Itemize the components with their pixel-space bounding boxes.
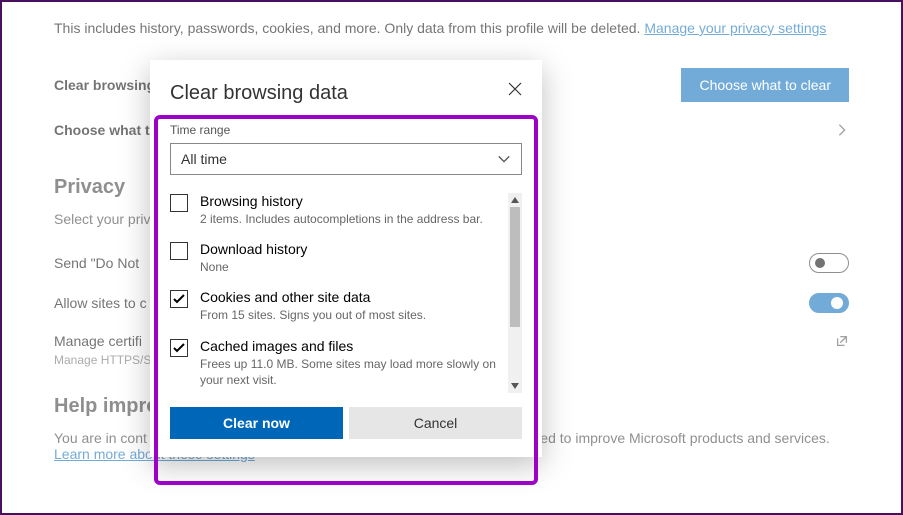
choose-what-to-clear-button[interactable]: Choose what to clear <box>681 68 849 102</box>
intro-text: This includes history, passwords, cookie… <box>54 20 849 36</box>
option-desc: Frees up 11.0 MB. Some sites may load mo… <box>200 356 504 388</box>
checkbox-cookies[interactable] <box>170 290 188 308</box>
scroll-down-icon[interactable] <box>508 379 522 393</box>
option-desc: None <box>200 259 307 275</box>
options-scrollbar[interactable] <box>508 193 522 393</box>
scroll-thumb[interactable] <box>510 207 520 327</box>
chevron-down-icon <box>497 152 511 166</box>
option-download-history: Download history None <box>170 241 504 275</box>
close-icon[interactable] <box>508 82 522 96</box>
allow-sites-toggle[interactable] <box>809 293 849 313</box>
intro-prefix: This includes history, passwords, cookie… <box>54 20 644 36</box>
time-range-value: All time <box>181 151 227 167</box>
option-title: Browsing history <box>200 193 483 209</box>
options-list: Browsing history 2 items. Includes autoc… <box>170 193 522 393</box>
external-link-icon[interactable] <box>835 334 849 348</box>
option-title: Cached images and files <box>200 338 504 354</box>
manage-certs-label: Manage certifi <box>54 333 142 349</box>
manage-privacy-link[interactable]: Manage your privacy settings <box>644 20 826 36</box>
option-desc: From 15 sites. Signs you out of most sit… <box>200 307 426 323</box>
option-title: Download history <box>200 241 307 257</box>
time-range-label: Time range <box>170 123 522 137</box>
dnt-label: Send "Do Not <box>54 255 139 271</box>
option-browsing-history: Browsing history 2 items. Includes autoc… <box>170 193 504 227</box>
scroll-up-icon[interactable] <box>508 193 522 207</box>
cancel-button[interactable]: Cancel <box>349 407 522 439</box>
option-desc: 2 items. Includes autocompletions in the… <box>200 211 483 227</box>
checkbox-cached[interactable] <box>170 339 188 357</box>
option-title: Cookies and other site data <box>200 289 426 305</box>
chevron-right-icon[interactable] <box>835 123 849 137</box>
clear-now-button[interactable]: Clear now <box>170 407 343 439</box>
allow-sites-label: Allow sites to c <box>54 295 147 311</box>
choose-close-row-label: Choose what t <box>54 122 150 138</box>
dialog-title: Clear browsing data <box>170 82 348 105</box>
option-cached: Cached images and files Frees up 11.0 MB… <box>170 338 504 388</box>
option-cookies: Cookies and other site data From 15 site… <box>170 289 504 323</box>
checkbox-browsing-history[interactable] <box>170 194 188 212</box>
time-range-select[interactable]: All time <box>170 143 522 175</box>
checkbox-download-history[interactable] <box>170 242 188 260</box>
dnt-toggle[interactable] <box>809 253 849 273</box>
clear-browsing-dialog: Clear browsing data Time range All time … <box>150 60 542 457</box>
clear-browsing-row-label: Clear browsing <box>54 77 155 93</box>
